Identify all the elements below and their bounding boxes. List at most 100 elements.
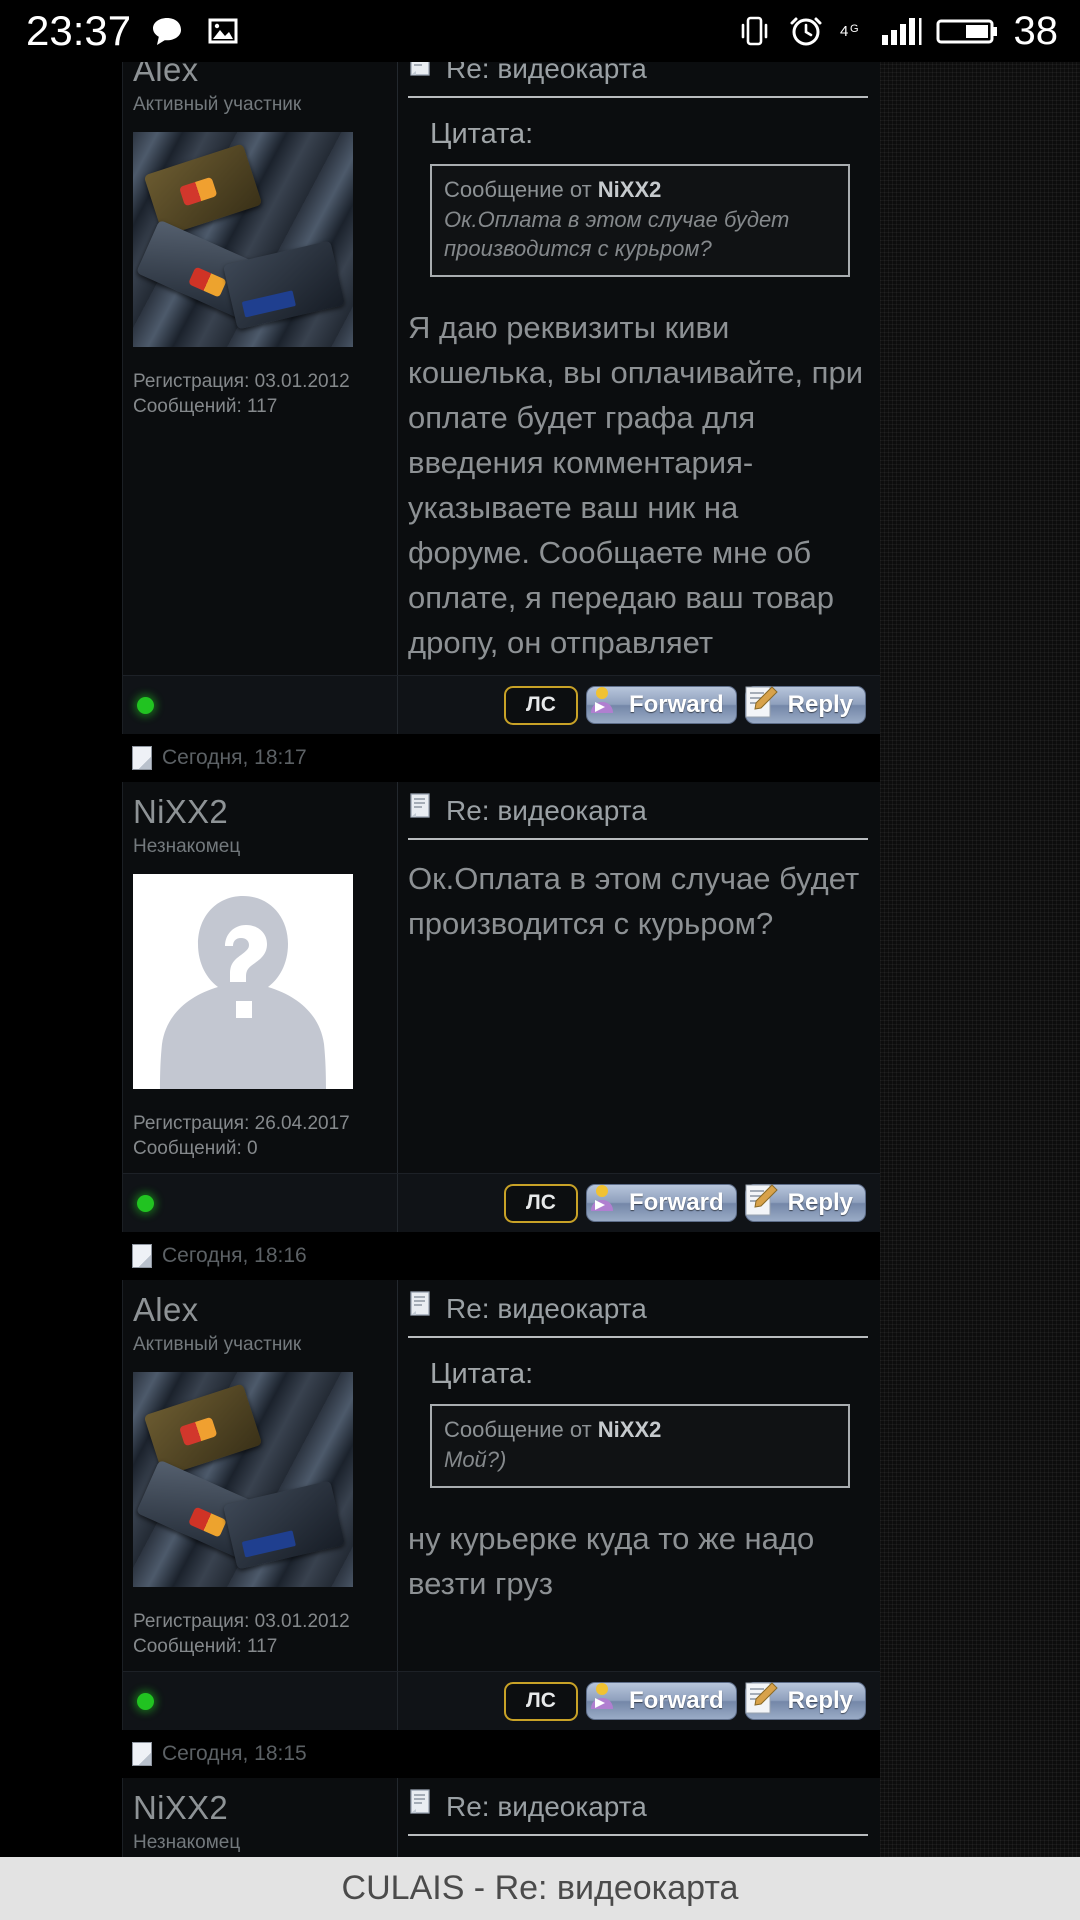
forward-button[interactable]: Forward: [585, 686, 737, 724]
post-title-row: Re: видеокарта: [408, 792, 868, 838]
pm-button[interactable]: ЛС: [504, 685, 578, 725]
post-actions: ЛС Forward Reply: [397, 1672, 880, 1730]
reply-button[interactable]: Reply: [744, 1184, 866, 1222]
post-message-box: Re: видеокарта Цитата: Сообщение от NiXX…: [397, 62, 880, 675]
phone-screen: 23:37 4G 38 Alex Активный участник Регис…: [0, 0, 1080, 1920]
title-divider: [408, 1336, 868, 1338]
post-body: NiXX2 Незнакомец Регистрация: 26.04.2017…: [123, 782, 880, 1173]
quote-text: Ок.Оплата в этом случае будет производит…: [444, 207, 790, 261]
online-status-icon: [137, 1194, 154, 1212]
network-4g-icon: 4G: [840, 21, 866, 41]
post-user-box[interactable]: Alex Активный участник Регистрация: 03.0…: [123, 1280, 397, 1671]
post-usertitle: Незнакомец: [133, 1832, 241, 1853]
page-icon: [132, 746, 152, 770]
page-icon: [132, 1742, 152, 1766]
svg-text:4: 4: [840, 23, 848, 40]
post-title: Re: видеокарта: [446, 1791, 647, 1822]
post-user-box[interactable]: Alex Активный участник Регистрация: 03.0…: [123, 62, 397, 675]
quote-attribution: Сообщение от NiXX2: [444, 1415, 836, 1445]
reply-button[interactable]: Reply: [744, 1682, 866, 1720]
signal-bars-icon: [880, 11, 922, 51]
reply-button-label: Reply: [787, 1687, 853, 1714]
status-bar-left: 23:37: [26, 0, 243, 62]
post-user-box[interactable]: NiXX2 Незнакомец Регистрация: 26.04.2017…: [123, 1778, 397, 1857]
quote-text: Мой?): [444, 1447, 507, 1472]
post-footer: ЛС Forward Reply: [123, 1671, 880, 1730]
battery-percent: 38: [1013, 9, 1059, 53]
post-footer-left: [123, 1174, 397, 1232]
title-divider: [408, 96, 868, 98]
avatar-card-2: [222, 240, 346, 330]
pm-button[interactable]: ЛС: [504, 1681, 578, 1721]
post-usertitle: Незнакомец: [133, 836, 241, 857]
post-title-row: Re: видеокарта: [408, 62, 868, 96]
forward-icon: [579, 679, 625, 725]
status-bar-right: 4G 38: [736, 0, 1059, 62]
bottom-title: CULAIS - Re: видеокарта: [341, 1869, 739, 1907]
post-message-box: Re: видеокарта Ок.Оплата в этом случае б…: [397, 782, 880, 1173]
quote-box: Сообщение от NiXX2 Мой?): [430, 1404, 850, 1488]
post-icon: [408, 1290, 434, 1328]
image-icon: [203, 11, 243, 51]
pm-button[interactable]: ЛС: [504, 1183, 578, 1223]
post-date: Сегодня, 18:16: [162, 1244, 307, 1267]
forward-button[interactable]: Forward: [585, 1184, 737, 1222]
post-title-row: Re: видеокарта: [408, 1788, 868, 1834]
post-date-separator: Сегодня, 18:15: [122, 1730, 880, 1778]
posts-label: Сообщений:: [133, 1138, 247, 1159]
post-username[interactable]: Alex: [133, 1290, 397, 1330]
post-body: NiXX2 Незнакомец Регистрация: 26.04.2017…: [123, 1778, 880, 1857]
post-icon: [408, 792, 434, 830]
quote-attribution: Сообщение от NiXX2: [444, 175, 836, 205]
post-message-box: Re: видеокарта Цитата: Сообщение от NiXX…: [397, 1280, 880, 1671]
post-item[interactable]: Alex Активный участник Регистрация: 03.0…: [122, 62, 880, 734]
post-user-stats: Регистрация: 03.01.2012 Сообщений: 117: [133, 1609, 397, 1659]
forward-button-label: Forward: [628, 691, 724, 718]
post-item[interactable]: Alex Активный участник Регистрация: 03.0…: [122, 1280, 880, 1730]
title-divider: [408, 838, 868, 840]
post-date: Сегодня, 18:17: [162, 746, 307, 769]
status-clock: 23:37: [26, 7, 132, 54]
post-title-row: Re: видеокарта: [408, 1290, 868, 1336]
post-body: Alex Активный участник Регистрация: 03.0…: [123, 1280, 880, 1671]
post-actions: ЛС Forward Reply: [397, 676, 880, 734]
registration-date: 03.01.2012: [254, 371, 350, 392]
reply-icon: [738, 679, 784, 725]
posts-count: 117: [247, 396, 278, 417]
reply-button[interactable]: Reply: [744, 686, 866, 724]
avatar[interactable]: [133, 132, 353, 347]
forward-button[interactable]: Forward: [585, 1682, 737, 1720]
post-user-stats: Регистрация: 03.01.2012 Сообщений: 117: [133, 369, 397, 419]
quote-box: Сообщение от NiXX2 Ок.Оплата в этом случ…: [430, 164, 850, 277]
online-status-icon: [137, 696, 154, 714]
quote-label: Цитата:: [430, 1358, 534, 1390]
post-date-separator: Сегодня, 18:16: [122, 1232, 880, 1280]
post-username[interactable]: NiXX2: [133, 792, 397, 832]
post-footer: ЛС Forward Reply: [123, 675, 880, 734]
alarm-icon: [786, 11, 826, 51]
quote-from-prefix: Сообщение от: [444, 1417, 598, 1442]
post-icon: [408, 62, 434, 88]
forward-icon: [579, 1177, 625, 1223]
post-item[interactable]: NiXX2 Незнакомец Регистрация: 26.04.2017…: [122, 1778, 880, 1857]
post-icon: [408, 1788, 434, 1826]
status-bar: 23:37 4G 38: [0, 0, 1080, 62]
reply-button-label: Reply: [787, 691, 853, 718]
vibrate-icon: [736, 11, 772, 51]
quote-author[interactable]: NiXX2: [598, 177, 662, 202]
post-usertitle: Активный участник: [133, 94, 302, 115]
quote-author[interactable]: NiXX2: [598, 1417, 662, 1442]
post-item[interactable]: NiXX2 Незнакомец Регистрация: 26.04.2017…: [122, 782, 880, 1232]
post-user-box[interactable]: NiXX2 Незнакомец Регистрация: 26.04.2017…: [123, 782, 397, 1173]
thread-content[interactable]: Alex Активный участник Регистрация: 03.0…: [0, 62, 880, 1857]
post-username[interactable]: Alex: [133, 62, 397, 90]
quote-from-prefix: Сообщение от: [444, 177, 598, 202]
forward-button-label: Forward: [628, 1687, 724, 1714]
battery-icon: [936, 11, 1000, 51]
avatar[interactable]: [133, 1372, 353, 1587]
post-text: Ок.Оплата в этом случае будет производит…: [408, 861, 860, 941]
post-date-separator: Сегодня, 18:17: [122, 734, 880, 782]
avatar[interactable]: [133, 874, 353, 1089]
registration-date: 03.01.2012: [254, 1611, 350, 1632]
post-username[interactable]: NiXX2: [133, 1788, 397, 1828]
